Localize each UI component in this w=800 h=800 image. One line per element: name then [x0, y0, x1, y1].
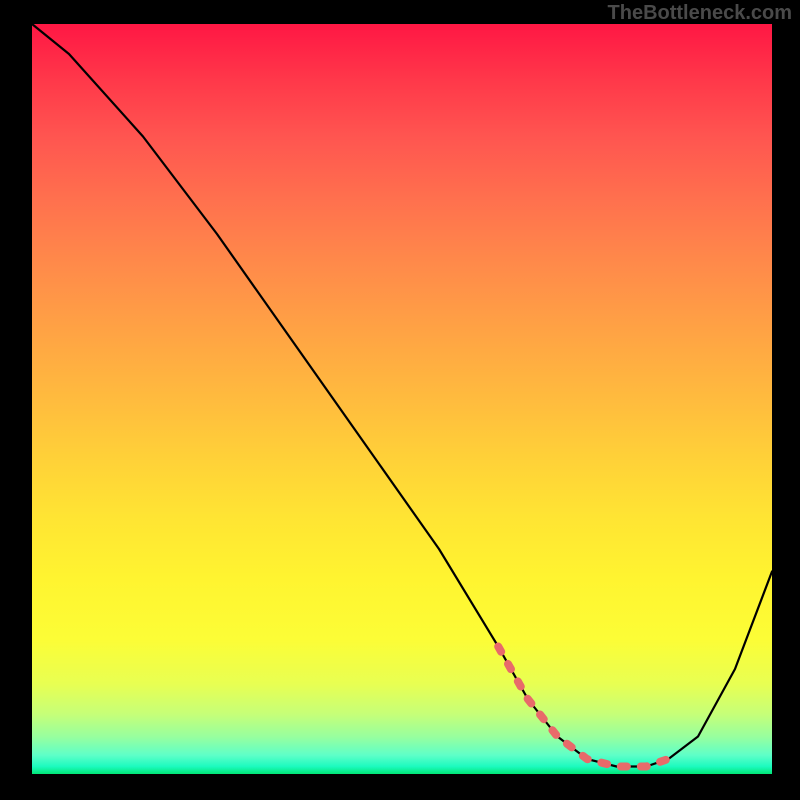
- plot-area: [32, 24, 772, 774]
- chart-svg: [32, 24, 772, 774]
- highlight-segment: [498, 647, 668, 767]
- main-curve-line: [32, 24, 772, 767]
- watermark-text: TheBottleneck.com: [608, 2, 792, 25]
